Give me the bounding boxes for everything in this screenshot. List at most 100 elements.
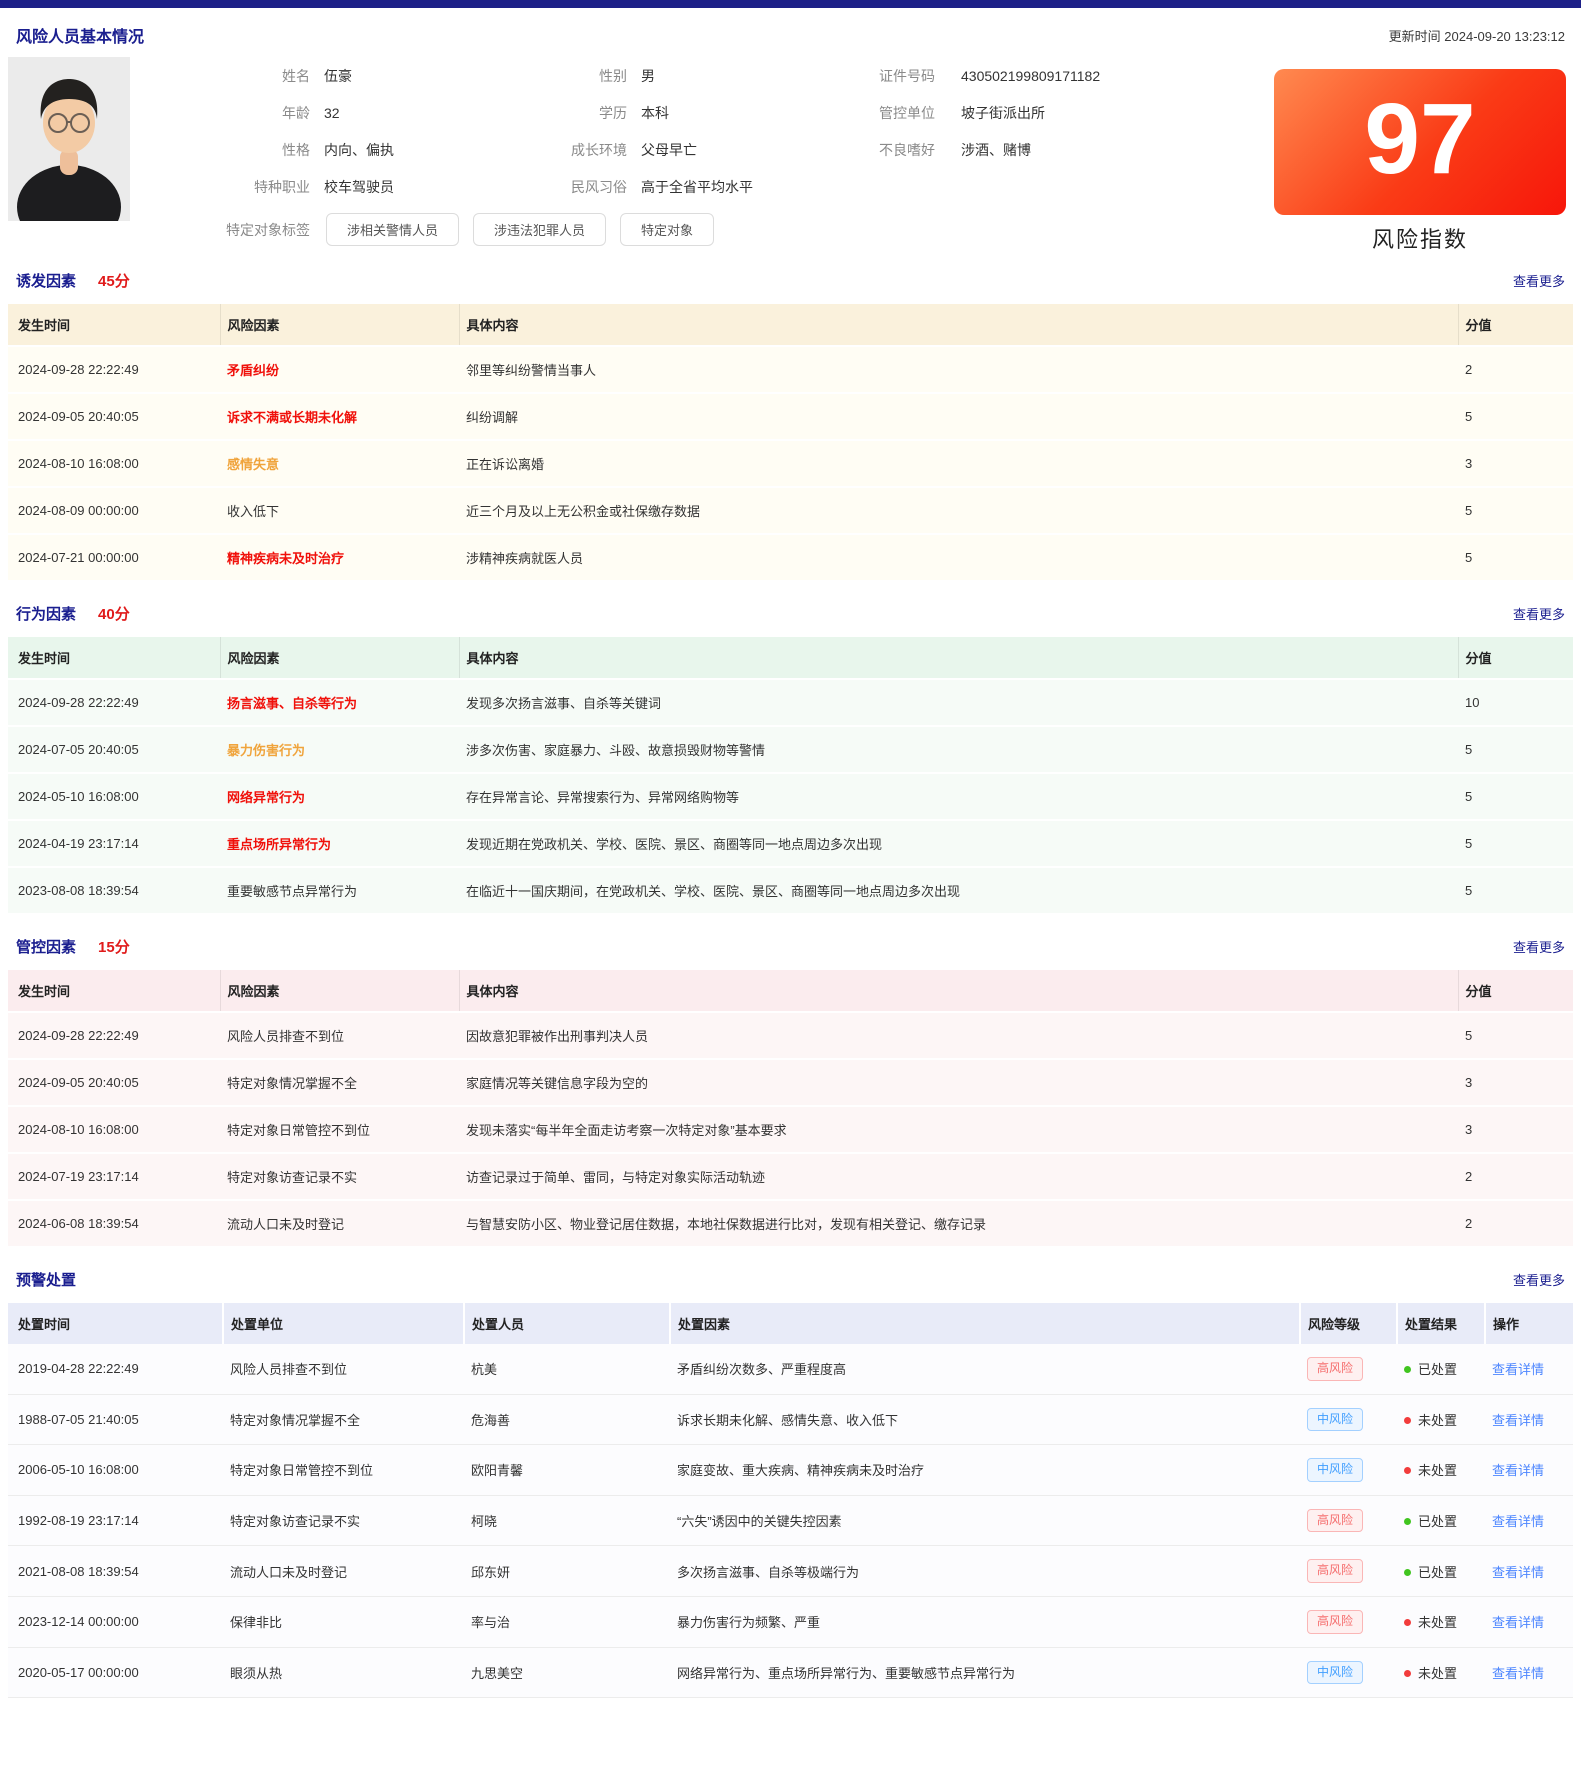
col-header-factor: 处置因素 [670, 1303, 1300, 1344]
cell-detail: 家庭情况等关键信息字段为空的 [459, 1059, 1458, 1106]
cell-detail: 发现未落实“每半年全面走访考察一次特定对象”基本要求 [459, 1106, 1458, 1153]
section-control-factors: 管控因素 15分 查看更多 发生时间 风险因素 具体内容 分值 2024-09-… [0, 936, 1581, 1248]
cell-factor: 矛盾纠纷次数多、严重程度高 [670, 1344, 1300, 1394]
table-row: 2023-12-14 00:00:00 保律非比 率与治 暴力伤害行为频繁、严重… [8, 1596, 1573, 1647]
field-value: 32 [324, 105, 340, 121]
status-dot-icon [1404, 1569, 1411, 1576]
table-row: 2024-07-19 23:17:14 特定对象访查记录不实 访查记录过于简单、… [8, 1153, 1573, 1200]
cell-unit: 风险人员排查不到位 [223, 1344, 464, 1394]
cell-detail: 发现多次扬言滋事、自杀等关键词 [459, 679, 1458, 726]
cell-score: 2 [1458, 346, 1573, 393]
table-row: 2024-07-05 20:40:05 暴力伤害行为 涉多次伤害、家庭暴力、斗殴… [8, 726, 1573, 773]
table-header-row: 处置时间 处置单位 处置人员 处置因素 风险等级 处置结果 操作 [8, 1303, 1573, 1344]
view-detail-link[interactable]: 查看详情 [1492, 1362, 1544, 1377]
col-header-score: 分值 [1458, 970, 1573, 1012]
cell-person: 危海善 [464, 1394, 670, 1445]
cell-factor: 矛盾纠纷 [220, 346, 459, 393]
view-more-link[interactable]: 查看更多 [1513, 1270, 1565, 1289]
cell-time: 2024-08-10 16:08:00 [8, 1106, 220, 1153]
cell-unit: 特定对象情况掌握不全 [223, 1394, 464, 1445]
field-value: 父母早亡 [641, 140, 697, 160]
section-score: 15分 [98, 936, 130, 957]
table-row: 2024-08-10 16:08:00 感情失意 正在诉讼离婚 3 [8, 440, 1573, 487]
table-row: 2006-05-10 16:08:00 特定对象日常管控不到位 欧阳青馨 家庭变… [8, 1445, 1573, 1496]
view-detail-link[interactable]: 查看详情 [1492, 1565, 1544, 1580]
cell-person: 九思美空 [464, 1647, 670, 1698]
cell-score: 2 [1458, 1153, 1573, 1200]
cell-time: 2019-04-28 22:22:49 [8, 1344, 223, 1394]
cell-factor: 收入低下 [220, 487, 459, 534]
cell-result: 未处置 [1418, 1666, 1457, 1681]
field-label: 民风习俗 [460, 177, 627, 197]
view-more-link[interactable]: 查看更多 [1513, 271, 1565, 290]
tags-row: 特定对象标签 涉相关警情人员 涉违法犯罪人员 特定对象 [140, 213, 714, 246]
cell-detail: 纠纷调解 [459, 393, 1458, 440]
col-header-unit: 处置单位 [223, 1303, 464, 1344]
field-label: 成长环境 [460, 140, 627, 160]
field-value: 涉酒、赌博 [961, 140, 1031, 160]
section-trigger-factors: 诱发因素 45分 查看更多 发生时间 风险因素 具体内容 分值 2024-09-… [0, 270, 1581, 582]
cell-factor: 重要敏感节点异常行为 [220, 867, 459, 914]
field-customs: 民风习俗高于全省平均水平 [460, 168, 790, 205]
table-row: 2020-05-17 00:00:00 眼须从热 九思美空 网络异常行为、重点场… [8, 1647, 1573, 1698]
view-detail-link[interactable]: 查看详情 [1492, 1666, 1544, 1681]
cell-result: 未处置 [1418, 1413, 1457, 1428]
col-header-detail: 具体内容 [459, 970, 1458, 1012]
field-id-number: 证件号码430502199809171182 [790, 57, 1140, 94]
cell-factor: “六失”诱因中的关键失控因素 [670, 1495, 1300, 1546]
view-detail-link[interactable]: 查看详情 [1492, 1615, 1544, 1630]
col-header-detail: 具体内容 [459, 637, 1458, 679]
cell-time: 2024-05-10 16:08:00 [8, 773, 220, 820]
col-header-level: 风险等级 [1300, 1303, 1397, 1344]
table-row: 2024-09-05 20:40:05 特定对象情况掌握不全 家庭情况等关键信息… [8, 1059, 1573, 1106]
field-name: 姓名伍豪 [140, 57, 460, 94]
alert-handling-table: 处置时间 处置单位 处置人员 处置因素 风险等级 处置结果 操作 2019-04… [8, 1303, 1573, 1698]
tag-specific-target[interactable]: 特定对象 [620, 213, 714, 246]
tag-police-incident[interactable]: 涉相关警情人员 [326, 213, 459, 246]
view-detail-link[interactable]: 查看详情 [1492, 1514, 1544, 1529]
field-gender: 性别男 [460, 57, 790, 94]
table-header-row: 发生时间 风险因素 具体内容 分值 [8, 970, 1573, 1012]
view-more-link[interactable]: 查看更多 [1513, 937, 1565, 956]
table-row: 2024-04-19 23:17:14 重点场所异常行为 发现近期在党政机关、学… [8, 820, 1573, 867]
cell-score: 5 [1458, 726, 1573, 773]
field-empty [790, 168, 1140, 205]
view-detail-link[interactable]: 查看详情 [1492, 1413, 1544, 1428]
section-title: 诱发因素 [16, 270, 76, 291]
risk-level-badge: 中风险 [1307, 1458, 1363, 1482]
section-alert-handling: 预警处置 查看更多 处置时间 处置单位 处置人员 处置因素 风险等级 处置结果 … [0, 1269, 1581, 1698]
col-header-factor: 风险因素 [220, 970, 459, 1012]
cell-factor: 家庭变故、重大疾病、精神疾病未及时治疗 [670, 1445, 1300, 1496]
update-time: 更新时间 2024-09-20 13:23:12 [1389, 26, 1565, 45]
cell-time: 2024-04-19 23:17:14 [8, 820, 220, 867]
cell-score: 2 [1458, 1200, 1573, 1247]
behavior-factors-table: 发生时间 风险因素 具体内容 分值 2024-09-28 22:22:49 扬言… [8, 637, 1573, 915]
risk-level-badge: 高风险 [1307, 1509, 1363, 1533]
cell-detail: 邻里等纠纷警情当事人 [459, 346, 1458, 393]
cell-time: 2006-05-10 16:08:00 [8, 1445, 223, 1496]
field-value: 内向、偏执 [324, 140, 394, 160]
field-bad-habits: 不良嗜好涉酒、赌博 [790, 131, 1140, 168]
field-education: 学历本科 [460, 94, 790, 131]
table-header-row: 发生时间 风险因素 具体内容 分值 [8, 304, 1573, 346]
view-detail-link[interactable]: 查看详情 [1492, 1463, 1544, 1478]
cell-person: 欧阳青馨 [464, 1445, 670, 1496]
view-more-link[interactable]: 查看更多 [1513, 604, 1565, 623]
risk-index-box: 97 风险指数 [1274, 69, 1566, 254]
cell-time: 2024-09-28 22:22:49 [8, 1012, 220, 1059]
status-dot-icon [1404, 1518, 1411, 1525]
field-value: 男 [641, 66, 655, 86]
cell-score: 5 [1458, 487, 1573, 534]
table-row: 2024-08-10 16:08:00 特定对象日常管控不到位 发现未落实“每半… [8, 1106, 1573, 1153]
table-row: 2024-08-09 00:00:00 收入低下 近三个月及以上无公积金或社保缴… [8, 487, 1573, 534]
cell-time: 2024-09-05 20:40:05 [8, 393, 220, 440]
cell-unit: 特定对象访查记录不实 [223, 1495, 464, 1546]
col-header-time: 发生时间 [8, 970, 220, 1012]
tag-criminal[interactable]: 涉违法犯罪人员 [473, 213, 606, 246]
cell-score: 5 [1458, 534, 1573, 581]
field-value: 伍豪 [324, 66, 352, 86]
cell-unit: 保律非比 [223, 1596, 464, 1647]
cell-time: 2024-09-05 20:40:05 [8, 1059, 220, 1106]
cell-score: 3 [1458, 440, 1573, 487]
cell-score: 3 [1458, 1106, 1573, 1153]
